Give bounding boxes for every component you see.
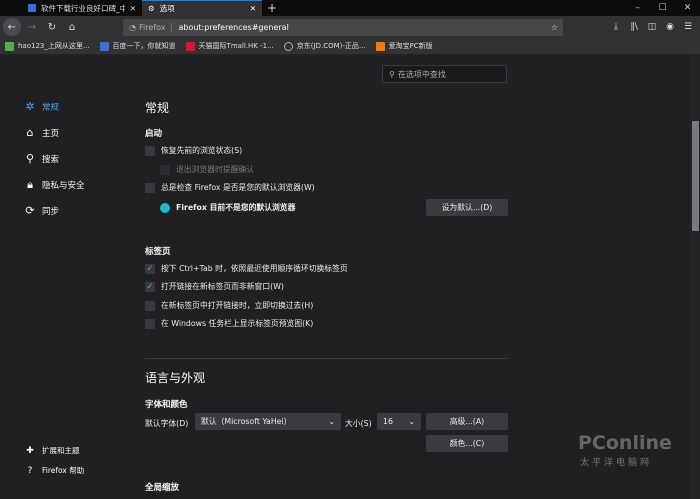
colors-button[interactable]: 颜色...(C) (426, 435, 508, 452)
close-tab-icon[interactable]: ✕ (130, 4, 136, 13)
check-default-checkbox[interactable]: 总是检查 Firefox 是否是您的默认浏览器(W) (145, 182, 315, 193)
chevron-down-icon: ⌄ (328, 417, 335, 426)
language-title: 语言与外观 (145, 371, 206, 385)
forward-button[interactable]: → (23, 18, 41, 36)
help-icon: ? (27, 465, 33, 476)
sidebar-item-search[interactable]: ⚲ 搜索 (24, 152, 59, 165)
sidebar-item-addons[interactable]: ✚ 扩展和主题 (24, 445, 79, 456)
advanced-fonts-button[interactable]: 高级...(A) (426, 413, 508, 430)
open-in-tab-checkbox[interactable]: ✓ 打开链接在新标签页而非新窗口(W) (145, 281, 284, 292)
watermark-logo: PConline (578, 432, 672, 454)
bookmark-favicon-icon (99, 41, 109, 51)
sync-icon: ⟳ (25, 204, 35, 217)
scrollbar[interactable] (690, 55, 700, 499)
nav-toolbar: ← → ↻ ⌂ ◔ Firefox about:preferences#gener… (0, 16, 700, 38)
default-font-label: 默认字体(D) (145, 419, 189, 428)
tab-softwaredownload[interactable]: 软件下载行业良好口碑_中国最✕ (22, 0, 142, 16)
puzzle-icon: ✚ (26, 445, 34, 456)
reload-button[interactable]: ↻ (43, 18, 61, 36)
globe-icon (283, 41, 293, 51)
fonts-heading: 字体和颜色 (145, 400, 188, 410)
bookmark-item[interactable]: 百度一下，你就知道 (99, 41, 176, 51)
lock-icon: 🔒︎ (27, 178, 33, 191)
site-favicon-icon (28, 4, 36, 12)
sad-face-icon (160, 202, 170, 213)
gear-icon: ⚙ (148, 4, 155, 13)
account-icon[interactable]: ◉ (663, 22, 677, 32)
chevron-down-icon: ⌄ (408, 417, 415, 426)
maximize-button[interactable]: ☐ (650, 0, 675, 16)
close-window-button[interactable]: ✕ (675, 0, 700, 16)
bookmark-item[interactable]: hao123_上网从这里... (5, 41, 90, 51)
bookmark-favicon-icon (185, 41, 195, 51)
sidebar-item-privacy[interactable]: 🔒︎ 隐私与安全 (24, 178, 84, 192)
url-bar[interactable]: ◔ Firefox about:preferences#general ☆ (123, 18, 563, 36)
warn-quit-checkbox[interactable]: 退出浏览器时提醒确认 (160, 164, 254, 175)
url-input[interactable]: about:preferences#general (172, 23, 545, 32)
library-icon[interactable]: ∥\ (627, 22, 641, 32)
sidebar-item-home[interactable]: ⌂ 主页 (24, 126, 60, 139)
divider (145, 358, 508, 359)
close-tab-icon[interactable]: ✕ (250, 4, 256, 13)
search-icon: ⚲ (389, 69, 395, 79)
bookmark-favicon-icon (5, 41, 14, 51)
search-input[interactable]: ⚲ 在选项中查找 (382, 65, 507, 83)
identity-box[interactable]: ◔ Firefox (123, 22, 173, 32)
sidebar-item-general[interactable]: ✲ 常规 (24, 100, 59, 113)
tab-options[interactable]: ⚙ 选项 ✕ (142, 0, 262, 16)
gear-icon: ✲ (25, 100, 35, 113)
startup-heading: 启动 (145, 129, 163, 139)
taskbar-preview-checkbox[interactable]: 在 Windows 任务栏上显示标签页预览图(K) (145, 318, 313, 329)
menu-icon[interactable]: ☰ (681, 22, 695, 32)
new-tab-button[interactable]: + (262, 0, 282, 16)
zoom-heading: 全局缩放 (145, 483, 180, 493)
watermark-subtitle: 太平洋电脑网 (580, 458, 653, 468)
home-button[interactable]: ⌂ (63, 18, 81, 36)
sidebar-item-sync[interactable]: ⟳ 同步 (24, 204, 59, 217)
bookmark-favicon-icon (375, 41, 385, 51)
preferences-sidebar: ✲ 常规 ⌂ 主页 ⚲ 搜索 🔒︎ 隐私与安全 ⟳ 同步 ✚ 扩展和主题 ? Firefox … (0, 55, 135, 499)
bookmark-star-icon[interactable]: ☆ (546, 23, 563, 32)
sidebar-item-help[interactable]: ? Firefox 帮助 (24, 465, 85, 476)
default-browser-status: Firefox 目前不是您的默认浏览器 (160, 202, 295, 213)
downloads-icon[interactable]: ⤓ (609, 22, 623, 32)
switch-to-tab-checkbox[interactable]: 在新标签页中打开链接时，立即切换过去(H) (145, 300, 313, 311)
tab-strip: 软件下载行业良好口碑_中国最✕ ⚙选项✕ + – ☐ ✕ (0, 0, 700, 16)
search-icon: ⚲ (25, 152, 35, 165)
bookmark-item[interactable]: 天猫国际Tmall.HK -1... (185, 41, 274, 51)
ctrl-tab-checkbox[interactable]: ✓ 按下 Ctrl+Tab 时，依照最近使用顺序循环切换标签页 (145, 263, 348, 274)
default-font-select[interactable]: 默认（Microsoft YaHei） ⌄ (195, 413, 341, 430)
tabs-heading: 标签页 (145, 247, 171, 257)
size-label: 大小(S) (345, 419, 372, 428)
bookmark-item[interactable]: 爱淘宝PC新版 (375, 41, 433, 51)
restore-session-checkbox[interactable]: 恢复先前的浏览状态(S) (145, 145, 242, 156)
back-button[interactable]: ← (3, 18, 21, 36)
bookmark-item[interactable]: 京东(JD.COM)-正品... (283, 41, 366, 51)
sidebar-icon[interactable]: ◫ (645, 22, 659, 32)
firefox-icon: ◔ (129, 22, 136, 32)
minimize-button[interactable]: – (625, 0, 650, 16)
page-title: 常规 (145, 101, 170, 115)
home-icon: ⌂ (26, 126, 34, 139)
bookmarks-bar: hao123_上网从这里... 百度一下，你就知道 天猫国际Tmall.HK -… (0, 38, 700, 55)
scrollbar-thumb[interactable] (692, 121, 699, 231)
font-size-select[interactable]: 16 ⌄ (377, 413, 421, 430)
set-default-button[interactable]: 设为默认...(D) (426, 199, 508, 216)
